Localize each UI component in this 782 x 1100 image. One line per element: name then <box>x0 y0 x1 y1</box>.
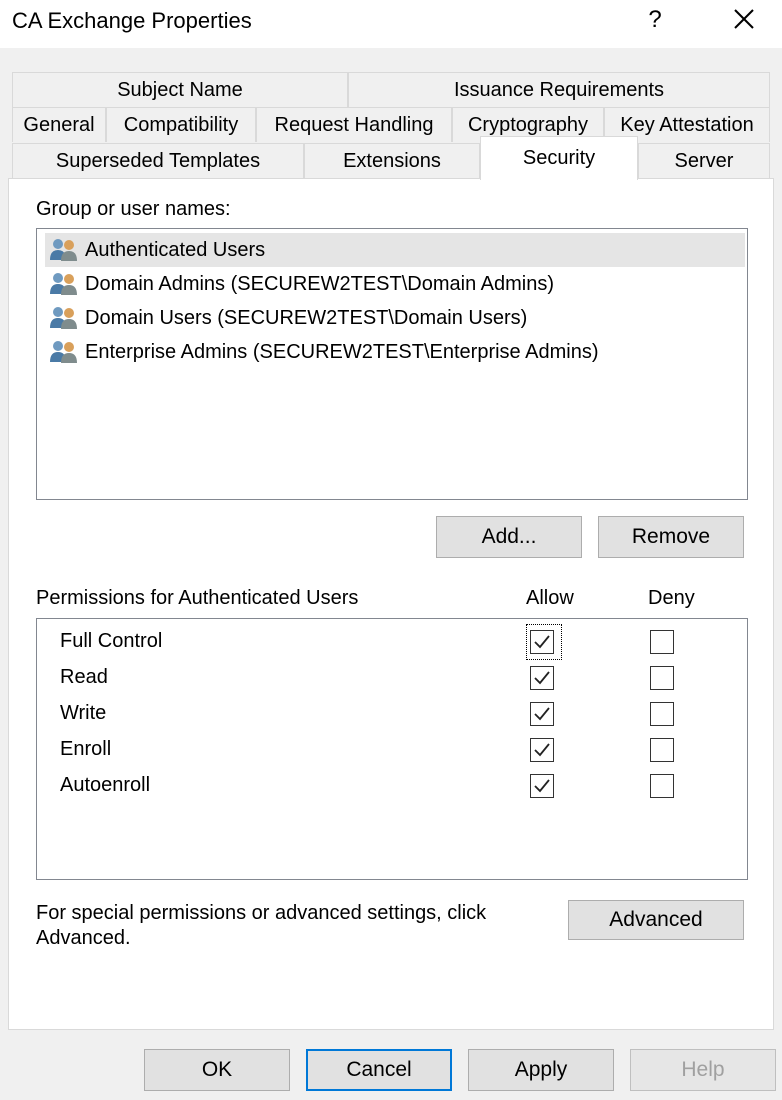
tab-general[interactable]: General <box>12 107 106 142</box>
user-item-domain-users[interactable]: Domain Users (SECUREW2TEST\Domain Users) <box>45 301 745 335</box>
allow-write-checkbox[interactable] <box>530 702 554 726</box>
user-name: Domain Users (SECUREW2TEST\Domain Users) <box>85 307 528 329</box>
tab-request-handling[interactable]: Request Handling <box>256 107 452 142</box>
add-button[interactable]: Add... <box>436 516 582 558</box>
permission-full-control: Full Control <box>60 630 163 652</box>
check-icon <box>534 671 550 685</box>
tab-superseded-templates[interactable]: Superseded Templates <box>12 143 304 178</box>
permission-autoenroll: Autoenroll <box>60 774 151 796</box>
users-group-icon <box>49 238 81 262</box>
deny-column-header: Deny <box>648 587 695 609</box>
advanced-note-line2: Advanced. <box>36 927 131 949</box>
user-name: Authenticated Users <box>85 239 266 261</box>
user-name: Domain Admins (SECUREW2TEST\Domain Admin… <box>85 273 555 295</box>
users-group-icon <box>49 340 81 364</box>
users-group-icon <box>49 306 81 330</box>
deny-enroll-checkbox[interactable] <box>650 738 674 762</box>
user-item-enterprise-admins[interactable]: Enterprise Admins (SECUREW2TEST\Enterpri… <box>45 335 745 369</box>
check-icon <box>534 779 550 793</box>
permission-write: Write <box>60 702 107 724</box>
user-list[interactable]: Authenticated Users Domain Admins (SECUR… <box>36 228 748 500</box>
close-icon[interactable] <box>718 0 770 44</box>
allow-autoenroll-checkbox[interactable] <box>530 774 554 798</box>
allow-column-header: Allow <box>526 587 574 609</box>
allow-full-control-checkbox[interactable] <box>530 630 554 654</box>
tab-subject-name[interactable]: Subject Name <box>12 72 348 107</box>
users-group-icon <box>49 272 81 296</box>
apply-button[interactable]: Apply <box>468 1049 614 1091</box>
deny-read-checkbox[interactable] <box>650 666 674 690</box>
allow-enroll-checkbox[interactable] <box>530 738 554 762</box>
allow-read-checkbox[interactable] <box>530 666 554 690</box>
permissions-list <box>36 618 748 880</box>
deny-full-control-checkbox[interactable] <box>650 630 674 654</box>
ok-button[interactable]: OK <box>144 1049 290 1091</box>
check-icon <box>534 707 550 721</box>
tab-compatibility[interactable]: Compatibility <box>106 107 256 142</box>
permission-read: Read <box>60 666 108 688</box>
tab-extensions[interactable]: Extensions <box>304 143 480 178</box>
permission-enroll: Enroll <box>60 738 112 760</box>
cancel-button[interactable]: Cancel <box>306 1049 452 1091</box>
advanced-button[interactable]: Advanced <box>568 900 744 940</box>
user-name: Enterprise Admins (SECUREW2TEST\Enterpri… <box>85 341 599 363</box>
tab-security[interactable]: Security <box>480 136 638 180</box>
check-icon <box>534 743 550 757</box>
deny-write-checkbox[interactable] <box>650 702 674 726</box>
help-icon-button[interactable]: ? <box>630 0 680 44</box>
tab-issuance-requirements[interactable]: Issuance Requirements <box>348 72 770 107</box>
remove-button[interactable]: Remove <box>598 516 744 558</box>
window-title: CA Exchange Properties <box>12 8 252 33</box>
tab-server[interactable]: Server <box>638 143 770 178</box>
deny-autoenroll-checkbox[interactable] <box>650 774 674 798</box>
group-or-user-names-label: Group or user names: <box>36 198 231 220</box>
title-bar: CA Exchange Properties ? <box>0 0 782 48</box>
user-item-authenticated-users[interactable]: Authenticated Users <box>45 233 745 267</box>
permissions-label: Permissions for Authenticated Users <box>36 587 359 609</box>
check-icon <box>534 635 550 649</box>
advanced-note-line1: For special permissions or advanced sett… <box>36 902 487 924</box>
help-button: Help <box>630 1049 776 1091</box>
user-item-domain-admins[interactable]: Domain Admins (SECUREW2TEST\Domain Admin… <box>45 267 745 301</box>
